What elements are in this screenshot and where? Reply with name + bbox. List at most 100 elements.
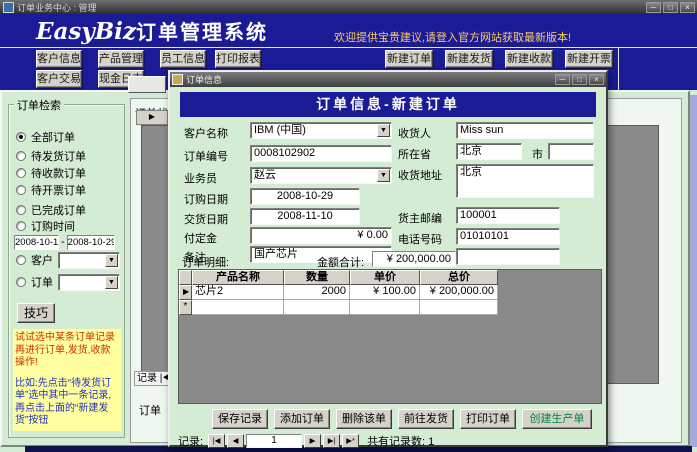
radio-icon[interactable]: [16, 151, 26, 161]
go-ship-button[interactable]: 前往发货: [398, 409, 454, 429]
cell-qty[interactable]: 2000: [284, 285, 350, 300]
customer-combo[interactable]: ▼: [58, 251, 120, 269]
col-unit-price[interactable]: 单价: [350, 270, 420, 285]
main-titlebar: 订单业务中心 : 管理 ─ □ ×: [0, 0, 697, 14]
tip-text-blue: 比如:先点击“待发货订单”选中其中一条记录,再点击上面的“新建发货”按钮: [15, 377, 112, 427]
prev-record-button[interactable]: ◀: [227, 434, 245, 448]
product-manage-button[interactable]: 产品管理: [98, 50, 144, 68]
maximize-button[interactable]: □: [663, 1, 678, 13]
cell-price[interactable]: ¥ 100.00: [350, 285, 420, 300]
radio-order[interactable]: 订单 ▼: [16, 273, 120, 291]
address-input[interactable]: 北京: [456, 164, 594, 198]
phone-input[interactable]: 01010101: [456, 228, 560, 245]
radio-order-time[interactable]: 订购时间: [16, 219, 75, 233]
delete-order-button[interactable]: 删除该单: [336, 409, 392, 429]
dialog-minimize-button[interactable]: ─: [555, 74, 570, 85]
current-record-input[interactable]: 1: [246, 434, 303, 448]
radio-to-ship-orders[interactable]: 待发货订单: [16, 149, 86, 163]
chevron-down-icon[interactable]: ▼: [377, 169, 390, 182]
order-search-title: 订单检索: [14, 97, 64, 113]
new-invoice-button[interactable]: 新建开票: [565, 50, 613, 68]
total-amount-label: 金额合计:: [317, 257, 365, 269]
order-combo[interactable]: ▼: [58, 273, 120, 291]
chevron-down-icon[interactable]: ▼: [105, 275, 118, 289]
radio-to-collect-orders[interactable]: 待收款订单: [16, 166, 86, 180]
dialog-titlebar[interactable]: 订单信息 ─ □ ×: [170, 72, 606, 87]
cell-empty[interactable]: [350, 300, 420, 315]
order-no-input[interactable]: 0008102902: [250, 145, 392, 162]
customer-trade-button[interactable]: 客户交易: [36, 70, 82, 88]
cell-empty[interactable]: [192, 300, 284, 315]
new-order-button[interactable]: 新建订单: [385, 50, 433, 68]
radio-icon[interactable]: [16, 255, 26, 265]
minimize-button[interactable]: ─: [646, 1, 661, 13]
radio-icon[interactable]: [16, 132, 26, 142]
dialog-actions: 保存记录 添加订单 删除该单 前往发货 打印订单 创建生产单: [212, 409, 592, 429]
col-quantity[interactable]: 数量: [284, 270, 350, 285]
customer-name-combo[interactable]: IBM (中国) ▼: [250, 122, 392, 139]
radio-label: 待开票订单: [31, 185, 86, 197]
dialog-maximize-button[interactable]: □: [572, 74, 587, 85]
close-button[interactable]: ×: [680, 1, 695, 13]
radio-customer[interactable]: 客户 ▼: [16, 251, 120, 269]
dialog-close-button[interactable]: ×: [589, 74, 604, 85]
radio-icon[interactable]: [16, 205, 26, 215]
radio-to-invoice-orders[interactable]: 待开票订单: [16, 183, 86, 197]
province-label: 所在省: [398, 149, 431, 161]
row-selector-icon[interactable]: ▶: [179, 285, 192, 300]
new-receipt-button[interactable]: 新建收款: [505, 50, 553, 68]
col-total-price[interactable]: 总价: [420, 270, 498, 285]
radio-icon[interactable]: [16, 277, 26, 287]
radio-label: 已完成订单: [31, 205, 86, 217]
background-button[interactable]: [128, 76, 166, 93]
date-from-input[interactable]: 2008-10-1: [14, 234, 59, 250]
salesman-combo[interactable]: 赵云 ▼: [250, 167, 392, 184]
print-order-button[interactable]: 打印订单: [460, 409, 516, 429]
employee-info-button[interactable]: 员工信息: [160, 50, 206, 68]
last-record-button[interactable]: ▶|: [323, 434, 341, 448]
chevron-down-icon[interactable]: ▼: [105, 253, 118, 267]
radio-icon[interactable]: [16, 221, 26, 231]
new-ship-button[interactable]: 新建发货: [445, 50, 493, 68]
radio-icon[interactable]: [16, 168, 26, 178]
add-order-button[interactable]: 添加订单: [274, 409, 330, 429]
chevron-down-icon[interactable]: ▼: [377, 124, 390, 137]
new-row-icon[interactable]: *: [179, 300, 192, 315]
cell-empty[interactable]: [284, 300, 350, 315]
col-product-name[interactable]: 产品名称: [192, 270, 284, 285]
city-input[interactable]: [548, 143, 594, 160]
date-to-input[interactable]: 2008-10-29: [66, 234, 115, 250]
radio-finished-orders[interactable]: 已完成订单: [16, 203, 86, 217]
consignee-input[interactable]: Miss sun: [456, 122, 594, 139]
order-date-input[interactable]: 2008-10-29: [250, 188, 360, 205]
next-record-button[interactable]: ▶: [304, 434, 322, 448]
new-record-button[interactable]: ▶*: [342, 434, 360, 448]
province-input[interactable]: 北京: [456, 143, 522, 160]
total-amount-value: ¥ 200,000.00: [372, 251, 456, 267]
app-window: 订单业务中心 : 管理 ─ □ × EasyBiz订单管理系统 欢迎提供宝贵建议…: [0, 0, 697, 452]
radio-label: 待发货订单: [31, 151, 86, 163]
consignee-label: 收货人: [398, 128, 431, 140]
radio-all-orders[interactable]: 全部订单: [16, 130, 75, 144]
tips-button[interactable]: 技巧: [17, 303, 55, 323]
date-separator: -: [61, 236, 65, 248]
grid-new-row[interactable]: *: [179, 300, 601, 315]
customer-info-button[interactable]: 客户信息: [36, 50, 82, 68]
save-record-button[interactable]: 保存记录: [212, 409, 268, 429]
first-record-button[interactable]: |◀: [208, 434, 226, 448]
grid-data-row[interactable]: ▶ 芯片2 2000 ¥ 100.00 ¥ 200,000.00: [179, 285, 601, 300]
deposit-input[interactable]: ¥ 0.00: [250, 227, 392, 244]
zipcode-input[interactable]: 100001: [456, 207, 560, 224]
create-production-button[interactable]: 创建生产单: [522, 409, 592, 429]
app-icon: [3, 1, 14, 13]
radio-icon[interactable]: [16, 185, 26, 195]
radio-label: 客户: [31, 255, 53, 267]
app-logo: EasyBiz订单管理系统: [36, 16, 268, 45]
print-report-button[interactable]: 打印报表: [215, 50, 261, 68]
delivery-date-input[interactable]: 2008-11-10: [250, 208, 360, 225]
cell-total[interactable]: ¥ 200,000.00: [420, 285, 498, 300]
cell-empty[interactable]: [420, 300, 498, 315]
fax-input[interactable]: [456, 248, 560, 265]
order-detail-grid[interactable]: 产品名称 数量 单价 总价 ▶ 芯片2 2000 ¥ 100.00 ¥ 200,…: [178, 269, 602, 404]
cell-product[interactable]: 芯片2: [192, 285, 284, 300]
